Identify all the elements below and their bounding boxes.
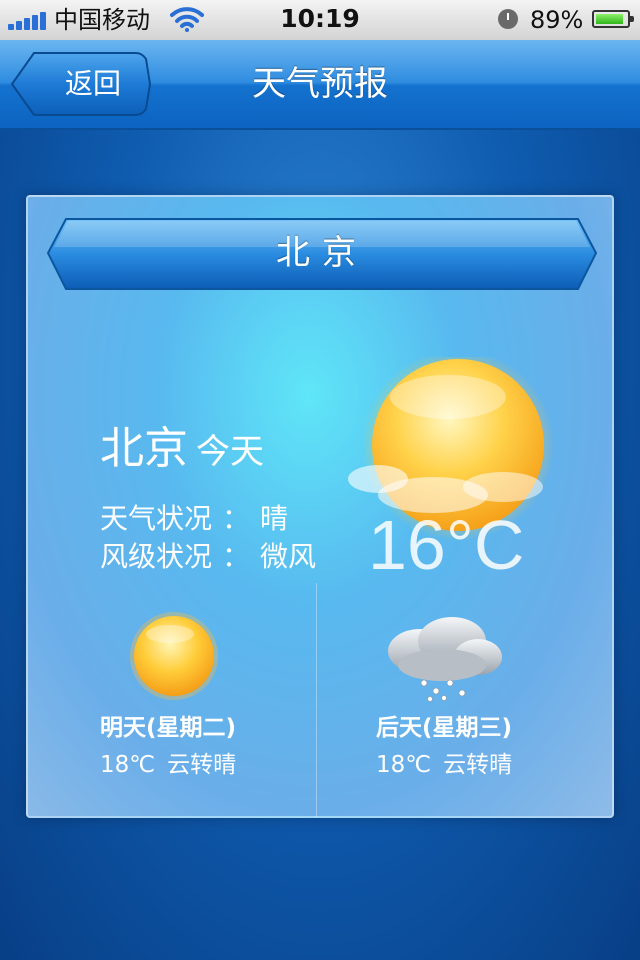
status-bar: 中国移动 10:19 89% — [0, 0, 640, 41]
today-heading: 北京 今天 — [100, 421, 264, 480]
weather-condition-separator: ： — [222, 502, 251, 535]
snow-cloud-icon — [388, 617, 502, 702]
city-banner-title: 北京 — [276, 233, 368, 273]
forecast-day-2-title: 后天(星期三) — [376, 715, 513, 741]
weather-condition-label: 天气状况 — [100, 502, 213, 535]
current-temperature: 16°C — [368, 506, 525, 584]
forecast-day-1-condition: 云转晴 — [167, 752, 237, 778]
sun-icon — [130, 612, 218, 700]
forecast-day-2-temp: 18℃ — [376, 752, 432, 778]
navigation-bar: 返回 天气预报 — [0, 40, 640, 130]
city-banner: 北京 — [46, 217, 598, 293]
wind-condition-separator: ： — [222, 540, 251, 573]
today-label: 今天 — [196, 432, 264, 472]
forecast-day-2-detail: 18℃ 云转晴 — [376, 750, 524, 780]
today-city-name: 北京 — [100, 423, 188, 474]
wind-condition-label: 风级状况 — [100, 540, 213, 573]
battery-percent: 89% — [530, 6, 584, 34]
orientation-lock-icon — [498, 9, 518, 29]
forecast-day-1-detail: 18℃ 云转晴 — [100, 750, 248, 780]
weather-condition-row: 天气状况 ： 晴 — [100, 501, 288, 537]
wind-condition-row: 风级状况 ： 微风 — [100, 539, 316, 575]
weather-card: 北京 北京 今天 天气状况：晴 风级状况：微风 16°C 明天(星期二) 18℃… — [26, 195, 614, 818]
battery-icon — [592, 10, 634, 28]
forecast-day-1-temp: 18℃ — [100, 752, 156, 778]
forecast-day-1-title: 明天(星期二) — [100, 715, 237, 741]
forecast-day-2-condition: 云转晴 — [443, 752, 513, 778]
page-title: 天气预报 — [252, 64, 388, 104]
wind-condition-value: 微风 — [260, 540, 317, 573]
weather-condition-value: 晴 — [260, 502, 289, 535]
battery-fill — [596, 14, 623, 24]
forecast-divider — [316, 583, 317, 817]
